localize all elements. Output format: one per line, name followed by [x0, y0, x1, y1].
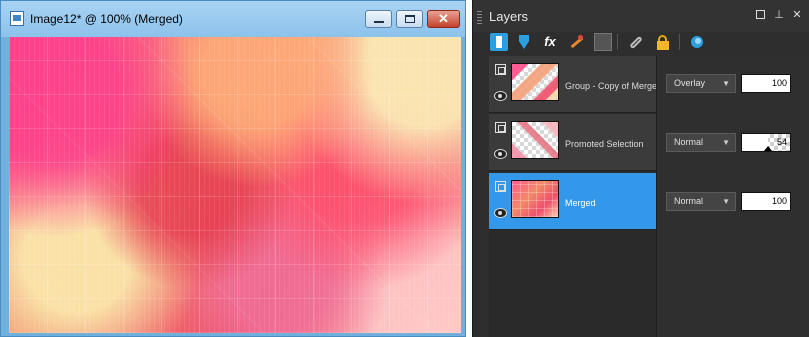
layers-title: Layers: [489, 9, 529, 24]
image-window: Image12* @ 100% (Merged) ✕: [0, 0, 466, 337]
blend-mode-select[interactable]: Overlay ▼: [666, 74, 736, 93]
blend-mode-select[interactable]: Normal ▼: [666, 192, 736, 211]
delete-layer-icon[interactable]: [594, 33, 612, 51]
opacity-marker-icon[interactable]: [763, 146, 772, 151]
minimize-button[interactable]: [365, 10, 392, 28]
blend-mode-value: Normal: [674, 137, 704, 147]
group-toggle-icon[interactable]: [495, 181, 506, 192]
visibility-eye-icon[interactable]: [494, 208, 507, 218]
layers-toolbar: fx: [473, 32, 809, 54]
pin-icon[interactable]: ⊥: [772, 8, 786, 22]
dropdown-arrow-icon: ▼: [722, 79, 730, 88]
opacity-value: 100: [771, 196, 787, 206]
layer-thumbnail: [511, 63, 559, 101]
close-icon: ✕: [438, 11, 449, 26]
layers-header[interactable]: Layers ⊥ ✕: [473, 0, 809, 32]
drag-grip-icon[interactable]: [477, 9, 482, 24]
layer-properties: Overlay ▼ 100 Normal ▼ 54 Normal ▼ 100: [657, 56, 809, 337]
canvas-texture: [9, 37, 461, 333]
blend-mode-value: Overlay: [674, 78, 706, 88]
visibility-eye-icon[interactable]: [494, 149, 507, 159]
image-canvas[interactable]: [9, 37, 461, 333]
layers-palette: Layers ⊥ ✕ fx Group - Copy of Merge Prom…: [472, 0, 809, 337]
edit-selection-icon[interactable]: [568, 33, 586, 51]
image-title-bar[interactable]: Image12* @ 100% (Merged) ✕: [1, 1, 465, 37]
visibility-eye-icon[interactable]: [494, 91, 507, 101]
lock-transparency-icon[interactable]: [654, 33, 672, 51]
layer-row-group-copy[interactable]: Group - Copy of Merge: [489, 56, 658, 113]
opacity-slider[interactable]: 100: [741, 74, 791, 93]
close-button[interactable]: ✕: [427, 10, 460, 28]
opacity-value: 100: [771, 78, 787, 88]
restore-icon[interactable]: [756, 10, 765, 19]
link-layers-icon[interactable]: [627, 33, 645, 51]
layer-name: Group - Copy of Merge: [565, 81, 658, 91]
layer-row-promoted-selection[interactable]: Promoted Selection: [489, 114, 656, 171]
new-mask-layer-icon[interactable]: [515, 33, 533, 51]
blend-mode-select[interactable]: Normal ▼: [666, 133, 736, 152]
image-title: Image12* @ 100% (Merged): [30, 12, 183, 26]
layer-name: Merged: [565, 198, 596, 208]
toolbar-separator: [679, 34, 680, 50]
group-toggle-icon[interactable]: [495, 122, 506, 133]
layer-effects-icon[interactable]: fx: [541, 33, 559, 51]
blend-mode-value: Normal: [674, 196, 704, 206]
layer-list: Group - Copy of Merge Promoted Selection…: [489, 56, 675, 337]
layer-row-merged[interactable]: Merged: [489, 173, 656, 230]
document-icon: [10, 11, 24, 26]
group-toggle-icon[interactable]: [495, 64, 506, 75]
dropdown-arrow-icon: ▼: [722, 197, 730, 206]
layer-name: Promoted Selection: [565, 139, 644, 149]
layer-style-icon[interactable]: [688, 33, 706, 51]
toolbar-separator: [617, 34, 618, 50]
new-raster-layer-icon[interactable]: [490, 33, 508, 51]
close-palette-icon[interactable]: ✕: [790, 8, 804, 22]
dropdown-arrow-icon: ▼: [722, 138, 730, 147]
layer-thumbnail: [511, 180, 559, 218]
minimize-icon: [374, 21, 384, 23]
opacity-slider[interactable]: 54: [741, 133, 791, 152]
opacity-value: 54: [776, 137, 787, 147]
maximize-icon: [405, 15, 415, 23]
maximize-button[interactable]: [396, 10, 423, 28]
layer-thumbnail: [511, 121, 559, 159]
opacity-slider[interactable]: 100: [741, 192, 791, 211]
